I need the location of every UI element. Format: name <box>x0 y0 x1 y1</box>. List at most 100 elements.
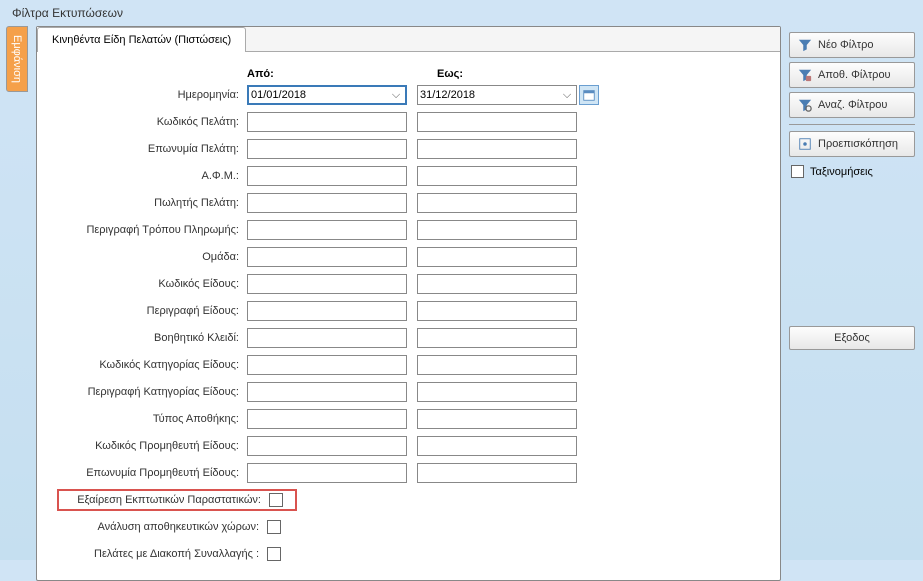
classifications-option[interactable]: Ταξινομήσεις <box>789 161 915 182</box>
client_name-to-input[interactable] <box>417 139 577 159</box>
new-filter-label: Νέο Φίλτρο <box>818 39 873 51</box>
payment_desc-from-input[interactable] <box>247 220 407 240</box>
vertical-tab-strip: Εμφάνιση <box>6 26 30 546</box>
label-aux_key: Βοηθητικό Κλειδί: <box>57 332 247 344</box>
label-item_code: Κωδικός Είδους: <box>57 278 247 290</box>
form-row-warehouse_type: Τύπος Αποθήκης: <box>57 408 760 430</box>
form-row-group: Ομάδα: <box>57 246 760 268</box>
form-row-supplier_name: Επωνυμία Προμηθευτή Είδους: <box>57 462 760 484</box>
form-row-afm: Α.Φ.Μ.: <box>57 165 760 187</box>
exit-label: Εξοδος <box>834 332 870 344</box>
content-panel: Κινηθέντα Είδη Πελατών (Πιστώσεις) Από: … <box>36 26 781 581</box>
afm-to-input[interactable] <box>417 166 577 186</box>
label-client_code: Κωδικός Πελάτη: <box>57 116 247 128</box>
checkbox-row-exclude_discount: Εξαίρεση Εκπτωτικών Παραστατικών: <box>57 489 760 511</box>
item_desc-from-input[interactable] <box>247 301 407 321</box>
save-filter-label: Αποθ. Φίλτρου <box>818 69 891 81</box>
date-to-value: 31/12/2018 <box>420 89 475 101</box>
warehouse_type-from-input[interactable] <box>247 409 407 429</box>
from-header: Από: <box>247 68 427 80</box>
item_cat_desc-from-input[interactable] <box>247 382 407 402</box>
salesman-to-input[interactable] <box>417 193 577 213</box>
date-from-value: 01/01/2018 <box>251 89 306 101</box>
item_cat_code-to-input[interactable] <box>417 355 577 375</box>
group-to-input[interactable] <box>417 247 577 267</box>
form-row-aux_key: Βοηθητικό Κλειδί: <box>57 327 760 349</box>
checkbox-label-clients_stop: Πελάτες με Διακοπή Συναλλαγής : <box>57 548 267 560</box>
payment_desc-to-input[interactable] <box>417 220 577 240</box>
label-payment_desc: Περιγραφή Τρόπου Πληρωμής: <box>57 224 247 236</box>
to-header: Εως: <box>437 68 617 80</box>
warehouse_type-to-input[interactable] <box>417 409 577 429</box>
preview-label: Προεπισκόπηση <box>818 138 898 150</box>
calendar-icon[interactable] <box>579 85 599 105</box>
form-row-salesman: Πωλητής Πελάτη: <box>57 192 760 214</box>
label-group: Ομάδα: <box>57 251 247 263</box>
supplier_code-from-input[interactable] <box>247 436 407 456</box>
new-filter-button[interactable]: Νέο Φίλτρο <box>789 32 915 58</box>
form-row-payment_desc: Περιγραφή Τρόπου Πληρωμής: <box>57 219 760 241</box>
supplier_name-from-input[interactable] <box>247 463 407 483</box>
checkbox-exclude_discount[interactable] <box>269 493 283 507</box>
checkbox-clients_stop[interactable] <box>267 547 281 561</box>
checkbox-row-clients_stop: Πελάτες με Διακοπή Συναλλαγής : <box>57 543 760 565</box>
group-from-input[interactable] <box>247 247 407 267</box>
search-filter-button[interactable]: Αναζ. Φίλτρου <box>789 92 915 118</box>
date-from-input[interactable]: 01/01/2018 ⌵ <box>247 85 407 105</box>
chevron-down-icon[interactable]: ⌵ <box>389 89 403 102</box>
form-row-client_code: Κωδικός Πελάτη: <box>57 111 760 133</box>
checkbox-storage_analysis[interactable] <box>267 520 281 534</box>
label-client_name: Επωνυμία Πελάτη: <box>57 143 247 155</box>
label-supplier_code: Κωδικός Προμηθευτή Είδους: <box>57 440 247 452</box>
save-filter-button[interactable]: Αποθ. Φίλτρου <box>789 62 915 88</box>
form-area: Από: Εως: Ημερομηνία:01/01/2018⌵31/12/20… <box>37 52 780 580</box>
label-salesman: Πωλητής Πελάτη: <box>57 197 247 209</box>
afm-from-input[interactable] <box>247 166 407 186</box>
aux_key-to-input[interactable] <box>417 328 577 348</box>
client_code-from-input[interactable] <box>247 112 407 132</box>
exit-button[interactable]: Εξοδος <box>789 326 915 350</box>
chevron-down-icon[interactable]: ⌵ <box>560 89 574 102</box>
window-title: Φίλτρα Εκτυπώσεων <box>0 0 923 26</box>
classifications-checkbox[interactable] <box>791 165 804 178</box>
item_code-to-input[interactable] <box>417 274 577 294</box>
label-item_cat_desc: Περιγραφή Κατηγορίας Είδους: <box>57 386 247 398</box>
label-supplier_name: Επωνυμία Προμηθευτή Είδους: <box>57 467 247 479</box>
date-to-input[interactable]: 31/12/2018 ⌵ <box>417 85 577 105</box>
item_cat_desc-to-input[interactable] <box>417 382 577 402</box>
column-headers: Από: Εως: <box>57 68 760 80</box>
salesman-from-input[interactable] <box>247 193 407 213</box>
search-funnel-icon <box>798 98 812 112</box>
preview-icon <box>798 137 812 151</box>
form-row-client_name: Επωνυμία Πελάτη: <box>57 138 760 160</box>
label-date: Ημερομηνία: <box>57 89 247 101</box>
funnel-icon <box>798 38 812 52</box>
aux_key-from-input[interactable] <box>247 328 407 348</box>
supplier_code-to-input[interactable] <box>417 436 577 456</box>
form-row-supplier_code: Κωδικός Προμηθευτή Είδους: <box>57 435 760 457</box>
client_name-from-input[interactable] <box>247 139 407 159</box>
item_desc-to-input[interactable] <box>417 301 577 321</box>
save-funnel-icon <box>798 68 812 82</box>
item_code-from-input[interactable] <box>247 274 407 294</box>
classifications-label: Ταξινομήσεις <box>810 166 873 178</box>
label-item_cat_code: Κωδικός Κατηγορίας Είδους: <box>57 359 247 371</box>
form-row-item_cat_desc: Περιγραφή Κατηγορίας Είδους: <box>57 381 760 403</box>
checkbox-row-storage_analysis: Ανάλυση αποθηκευτικών χώρων: <box>57 516 760 538</box>
supplier_name-to-input[interactable] <box>417 463 577 483</box>
label-afm: Α.Φ.Μ.: <box>57 170 247 182</box>
label-warehouse_type: Τύπος Αποθήκης: <box>57 413 247 425</box>
form-row-item_code: Κωδικός Είδους: <box>57 273 760 295</box>
right-panel: Νέο Φίλτρο Αποθ. Φίλτρου Αναζ. Φίλτρου Π… <box>787 26 917 581</box>
preview-button[interactable]: Προεπισκόπηση <box>789 131 915 157</box>
checkbox-label-exclude_discount: Εξαίρεση Εκπτωτικών Παραστατικών: <box>59 494 269 506</box>
item_cat_code-from-input[interactable] <box>247 355 407 375</box>
main-container: Εμφάνιση Κινηθέντα Είδη Πελατών (Πιστώσε… <box>0 26 923 581</box>
vertical-tab-display[interactable]: Εμφάνιση <box>6 26 28 92</box>
divider <box>789 124 915 125</box>
search-filter-label: Αναζ. Φίλτρου <box>818 99 887 111</box>
client_code-to-input[interactable] <box>417 112 577 132</box>
tab-moved-items[interactable]: Κινηθέντα Είδη Πελατών (Πιστώσεις) <box>37 27 246 52</box>
tab-bar: Κινηθέντα Είδη Πελατών (Πιστώσεις) <box>37 27 780 52</box>
form-row-item_cat_code: Κωδικός Κατηγορίας Είδους: <box>57 354 760 376</box>
